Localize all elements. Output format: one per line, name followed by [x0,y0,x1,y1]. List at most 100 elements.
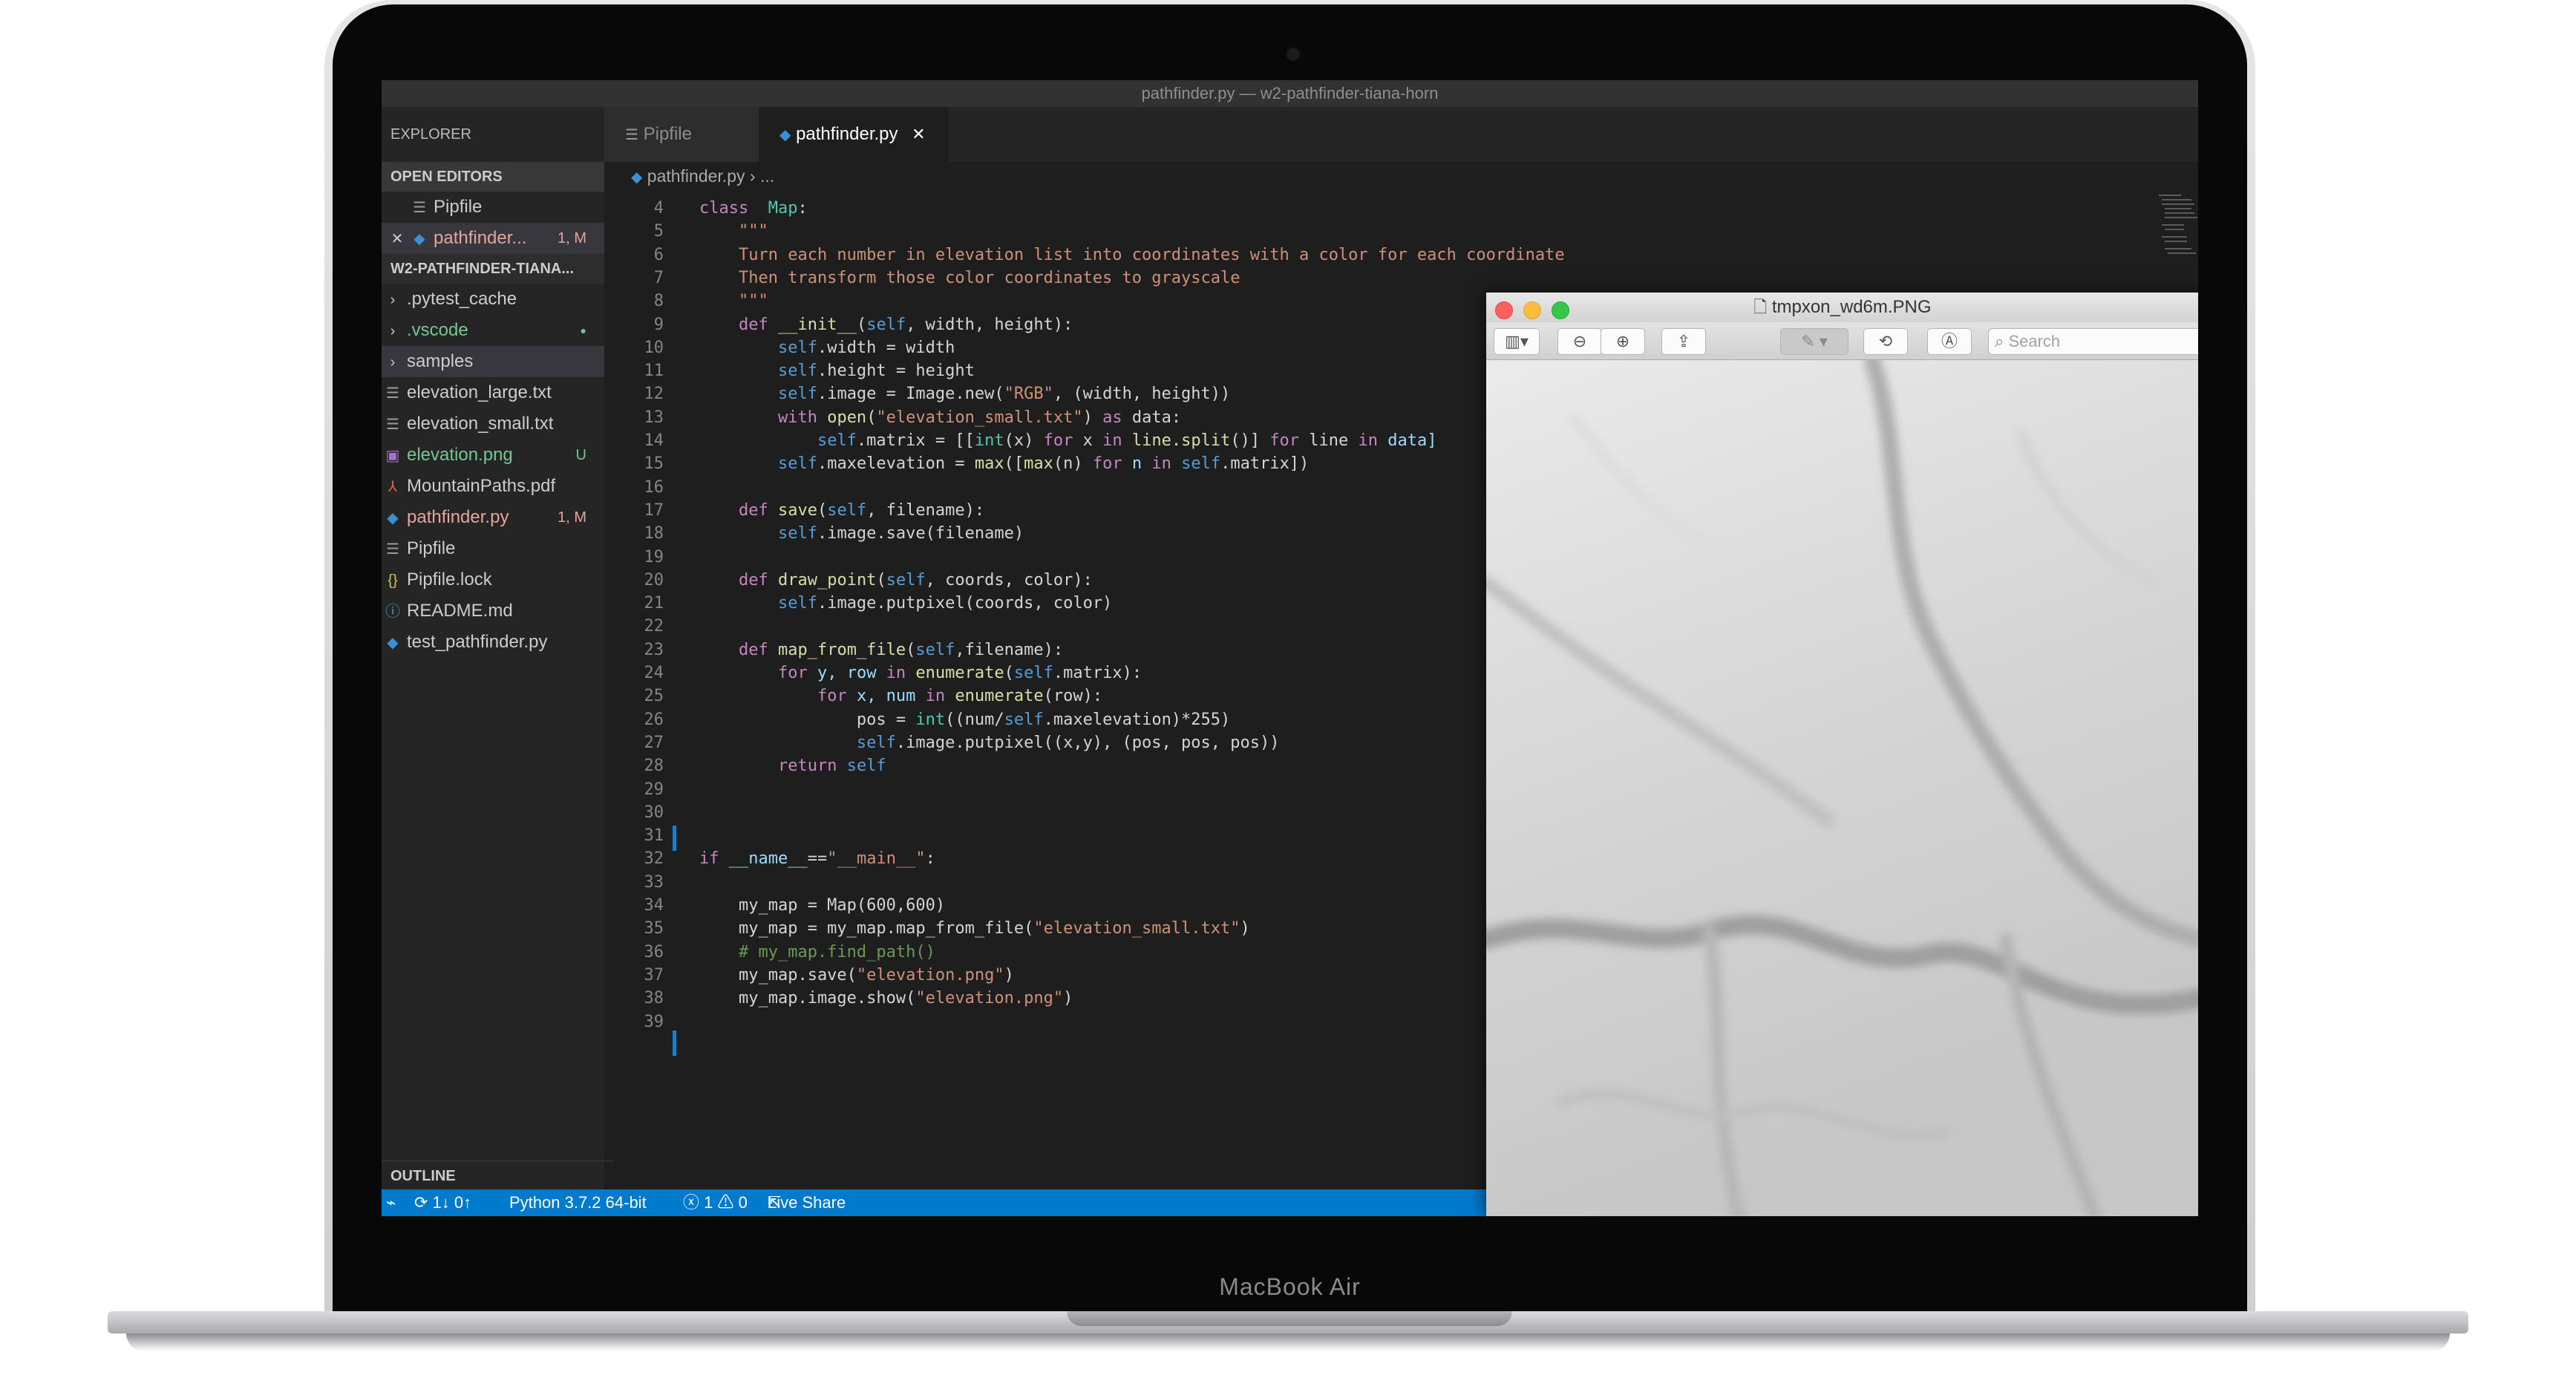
code-line: return self [699,754,886,780]
file-item[interactable]: ☰ elevation_small.txt [382,408,604,440]
line-number: 38 [644,989,664,1008]
breadcrumb-rest[interactable]: ... [760,166,774,186]
folder-item[interactable]: › samples [382,346,604,377]
code-line: self.matrix = [[int(x) for x in line.spl… [699,428,1437,454]
code-token: , filename): [866,500,985,520]
git-change-marker [673,826,676,851]
close-icon[interactable]: ✕ [912,125,925,143]
line-number: 31 [644,826,664,846]
line-number: 33 [644,872,664,892]
code-token: __name__ [719,849,808,869]
file-item[interactable]: ◆ pathfinder.py 1, M [382,502,604,533]
open-editor-item[interactable]: ☰ Pipfile [382,192,604,223]
python-icon: ◆ [779,127,791,143]
code-line: Turn each number in elevation list into … [699,243,1565,269]
zoom-out-button[interactable]: ⊖ [1557,328,1602,355]
file-item[interactable]: ▣ elevation.png U [382,440,604,471]
code-token: self [777,524,817,543]
code-token: save [768,500,817,520]
code-token: .matrix): [1053,664,1142,682]
line-number: 5 [653,222,664,241]
python-interpreter[interactable]: Python 3.7.2 64-bit [509,1189,647,1216]
file-item[interactable]: ⓘ README.md [382,595,604,627]
code-token: ([ [1004,454,1024,474]
device-brand: MacBook Air [1219,1273,1361,1300]
code-token: self [817,431,857,450]
rotate-button[interactable]: ⟲ [1863,328,1908,355]
problems-count[interactable]: ⓧ 1 ⚠ 0 [683,1189,748,1216]
code-token: open [817,408,867,427]
tab-label: pathfinder.py [796,124,898,144]
folder-chevron-icon: › [390,292,396,308]
minimize-button[interactable] [1523,301,1541,319]
code-token: enumerate [906,664,1004,682]
code-token: ( [906,640,916,659]
code-token: line [1299,431,1359,450]
close-button[interactable] [1495,301,1513,319]
sync-status[interactable]: ⟳ 1↓ 0↑ [414,1189,471,1216]
zoom-in-button[interactable]: ⊕ [1601,328,1645,355]
code-line: class Map: [699,196,808,222]
code-token: (n) [1053,454,1093,474]
annotate-button[interactable]: Ⓐ [1927,328,1972,355]
python-icon: ◆ [387,635,399,651]
zoom-button[interactable] [1552,301,1569,319]
close-icon[interactable]: ✕ [389,223,405,254]
folder-item[interactable]: › .pytest_cache [382,284,604,315]
code-token: self [866,315,906,334]
code-line: self.image.putpixel(coords, color) [699,591,1112,617]
outline-header[interactable]: OUTLINE [382,1160,613,1191]
file-label: MountainPaths.pdf [407,476,556,496]
code-token: in [1102,431,1122,450]
code-line: my_map.image.show("elevation.png") [699,986,1073,1012]
open-editors-list: ☰ Pipfile ✕ ◆ pathfinder... 1, M [382,192,604,254]
laptop-notch [1067,1311,1512,1326]
code-token: def [738,315,768,334]
code-token: ((num/ [945,710,1004,729]
line-number: 7 [653,268,664,287]
file-status-badge: 1, M [558,509,586,526]
folder-item[interactable]: › .vscode ● [382,315,604,346]
markup-pen-button[interactable]: ✎ ▾ [1780,328,1848,355]
code-token: .matrix]) [1220,454,1310,474]
search-field[interactable]: ⌕ Search [1988,328,2198,355]
minimap[interactable] [2148,192,2198,281]
code-token: .maxelevation)*255) [1043,710,1231,729]
open-editor-item[interactable]: ✕ ◆ pathfinder... 1, M [382,223,604,254]
file-item[interactable]: ⅄ MountainPaths.pdf [382,471,604,502]
line-number: 23 [644,640,664,659]
open-editors-header[interactable]: OPEN EDITORS [382,162,604,192]
code-token: for [817,687,847,706]
tab-pathfinder[interactable]: ◆ pathfinder.py ✕ [759,107,949,162]
share-button[interactable]: ⇪ [1661,328,1706,355]
remote-indicator[interactable]: ⌁ [386,1189,396,1216]
line-number: 14 [644,431,664,450]
code-token: ) [1082,408,1103,427]
file-item[interactable]: ☰ Pipfile [382,533,604,564]
project-header[interactable]: W2-PATHFINDER-TIANA... [382,254,604,284]
rotate-icon: ⟲ [1878,332,1893,350]
file-label: elevation.png [407,445,513,465]
code-token: in [1151,454,1171,474]
code-line: """ [699,219,768,245]
sidebar-toggle-button[interactable]: ▥▾ [1494,328,1540,355]
tab-pipfile[interactable]: ☰ Pipfile [604,107,778,162]
file-item[interactable]: ☰ elevation_large.txt [382,377,604,408]
preview-toolbar: ▥▾ ⊖ ⊕ ⇪ ✎ ▾ ⟲ Ⓐ ⌕ Search [1486,322,2198,360]
file-item[interactable]: ◆ test_pathfinder.py [382,627,604,658]
line-number: 10 [644,338,664,357]
code-line: for x, num in enumerate(row): [699,684,1102,710]
code-token: map_from_file [768,640,906,659]
code-token: self [777,385,817,404]
file-item[interactable]: {} Pipfile.lock [382,564,604,595]
code-token: for [777,664,808,682]
code-token: if [699,849,719,869]
code-line: if __name__=="__main__": [699,846,935,872]
breadcrumb-file[interactable]: pathfinder.py [647,166,745,186]
elevation-image[interactable] [1486,360,2198,1216]
